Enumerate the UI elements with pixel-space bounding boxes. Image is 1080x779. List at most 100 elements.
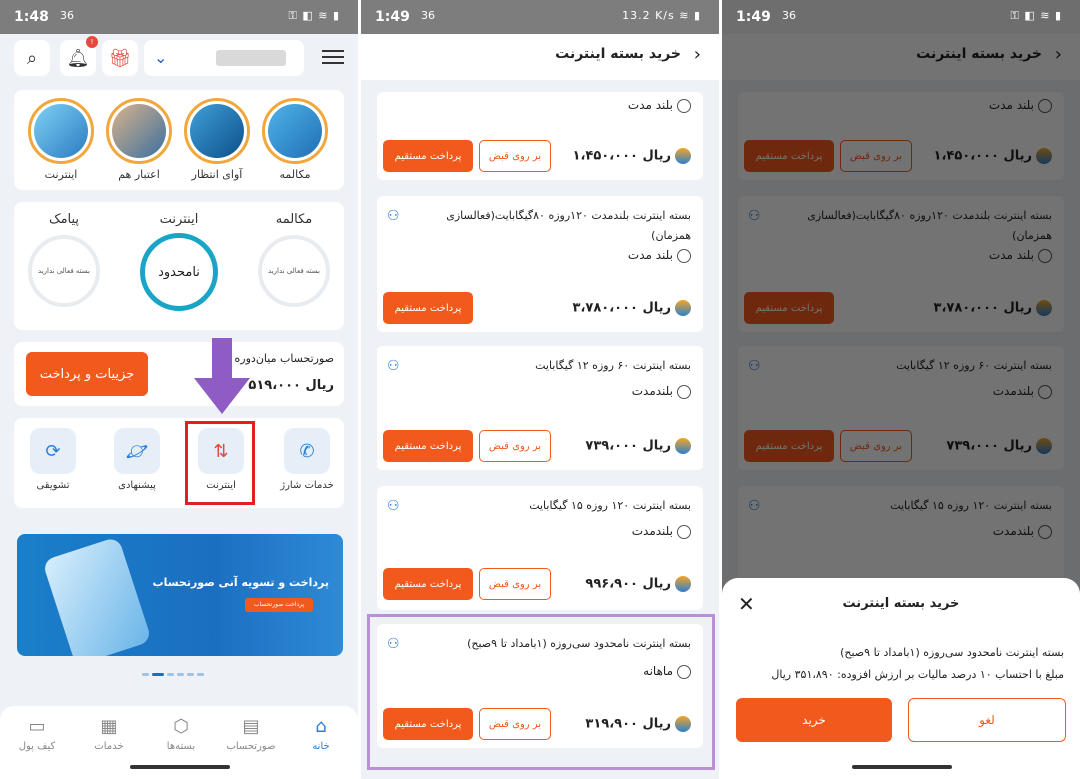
usage-summary: مکالمه بسته فعالی ندارید اینترنت نامحدود… — [14, 202, 344, 330]
nav-label: صورتحساب — [226, 741, 276, 752]
status-time: 1:49 — [736, 9, 771, 25]
nav-wallet[interactable]: ▭ کیف پول — [6, 716, 68, 752]
chevron-down-icon: ⌄ — [154, 48, 168, 67]
home-indicator — [130, 765, 230, 769]
nav-label: بسته‌ها — [166, 741, 196, 752]
pay-on-bill-button[interactable]: بر روی قبض — [479, 140, 551, 172]
nav-packages[interactable]: ⬡ بسته‌ها — [150, 716, 212, 752]
bill-card: صورتحساب میان‌دوره ۵۱۹،۰۰۰ ریال جزییات و… — [14, 342, 344, 406]
usage-call-circle: بسته فعالی ندارید — [258, 235, 330, 307]
package-duration: بلندمدت — [632, 384, 691, 399]
package-name: بسته اینترنت بلندمدت ۱۲۰روزه ۸۰گیگابایت(… — [446, 209, 691, 242]
package-duration: بلند مدت — [628, 248, 691, 263]
service-label: خدمات شارژ — [280, 480, 334, 491]
story-label: مکالمه — [279, 168, 311, 181]
home-icon: ⌂ — [315, 716, 327, 737]
search-button[interactable]: ⌕ — [14, 40, 50, 76]
wallet-icon: ▭ — [28, 716, 46, 737]
direct-pay-button[interactable]: پرداخت مستقیم — [383, 568, 473, 600]
status-bar: 1:49 36 13.2 K/s ≋ ▮ — [361, 0, 719, 34]
coins-icon — [675, 576, 691, 592]
banner-title: پرداخت و تسویه آنی صورتحساب — [152, 576, 329, 589]
nav-home[interactable]: ⌂ خانه — [290, 716, 352, 752]
service-offers[interactable]: 🪐︎ پیشنهادی — [102, 428, 172, 491]
box-icon: ⬡ — [173, 716, 189, 737]
network-label: 36 — [782, 9, 796, 22]
menu-button[interactable] — [322, 46, 344, 68]
direct-pay-button[interactable]: پرداخت مستقیم — [383, 430, 473, 462]
pay-on-bill-button[interactable]: بر روی قبض — [479, 430, 551, 462]
back-arrow-icon[interactable]: › — [694, 44, 701, 65]
down-arrow-annotation — [194, 338, 250, 414]
screenshot-stage: 1:48 36 ⚿ ◧ ≋ ▮ ⌕ 🔔︎ ! 🎁︎ ⌄ مکالمه آوای … — [0, 0, 1080, 779]
service-label: پیشنهادی — [118, 480, 156, 491]
nav-label: خدمات — [94, 741, 124, 752]
buy-button[interactable]: خرید — [736, 698, 892, 742]
planet-icon: 🪐︎ — [114, 428, 160, 474]
service-charge[interactable]: ✆ خدمات شارژ — [272, 428, 342, 491]
internet-highlight-box — [185, 421, 255, 505]
package-logo-icon: ⚇ — [387, 498, 400, 514]
phone-number-redacted — [216, 50, 286, 66]
usage-call[interactable]: مکالمه بسته فعالی ندارید — [244, 212, 344, 307]
speed-label: 13.2 K/s — [622, 9, 675, 22]
page-header: خرید بسته اینترنت › — [361, 34, 719, 80]
purchase-sheet: خرید بسته اینترنت ✕ بسته اینترنت نامحدود… — [722, 578, 1080, 779]
service-rewards[interactable]: ⟳ تشویقی — [18, 428, 88, 491]
package-price: ۷۳۹،۰۰۰ ریال — [585, 438, 691, 454]
bill-details-button[interactable]: جزییات و پرداخت — [26, 352, 148, 396]
story-call[interactable]: مکالمه — [262, 98, 328, 181]
nav-bill[interactable]: ▤ صورتحساب — [220, 716, 282, 752]
usage-sms-circle: بسته فعالی ندارید — [28, 235, 100, 307]
clock-icon — [677, 524, 691, 539]
coins-icon — [675, 148, 691, 164]
service-label: تشویقی — [36, 480, 70, 491]
notification-badge: ! — [86, 36, 98, 48]
bill-amount: ۵۱۹،۰۰۰ ریال — [248, 378, 334, 393]
pay-on-bill-button[interactable]: بر روی قبض — [479, 568, 551, 600]
carousel-dots — [142, 664, 222, 676]
package-price: ۹۹۶،۹۰۰ ریال — [585, 576, 691, 592]
sheet-package-name: بسته اینترنت نامحدود سی‌روزه (۱بامداد تا… — [840, 646, 1064, 659]
usage-internet[interactable]: اینترنت نامحدود — [129, 212, 229, 311]
story-label: آوای انتظار — [191, 168, 243, 181]
services-row: ✆ خدمات شارژ ⇅ اینترنت 🪐︎ پیشنهادی ⟳ تشو… — [14, 418, 344, 508]
promo-banner[interactable]: پرداخت و تسویه آنی صورتحساب پرداخت صورتح… — [17, 534, 343, 656]
usage-sms-title: پیامک — [48, 212, 80, 227]
gift-button[interactable]: 🎁︎ — [102, 40, 138, 76]
cancel-button[interactable]: لغو — [908, 698, 1066, 742]
package-name: بسته اینترنت ۱۲۰ روزه ۱۵ گیگابایت — [529, 499, 691, 512]
nav-services[interactable]: ▦ خدمات — [78, 716, 140, 752]
clock-icon — [677, 384, 691, 399]
close-icon[interactable]: ✕ — [738, 592, 755, 616]
status-bar: 1:48 36 ⚿ ◧ ≋ ▮ — [0, 0, 358, 34]
usage-internet-title: اینترنت — [159, 212, 199, 227]
package-price: ۱،۴۵۰،۰۰۰ ریال — [573, 148, 691, 164]
usage-sms[interactable]: پیامک بسته فعالی ندارید — [14, 212, 114, 307]
story-image — [34, 104, 88, 158]
package-card: بسته اینترنت ۶۰ روزه ۱۲ گیگابایت ⚇ بلندم… — [377, 346, 703, 470]
top-bar: ⌕ 🔔︎ ! 🎁︎ ⌄ — [14, 36, 344, 76]
story-credit[interactable]: اعتبار هم — [106, 98, 172, 181]
refresh-icon: ⟳ — [30, 428, 76, 474]
story-ringback[interactable]: آوای انتظار — [184, 98, 250, 181]
sheet-price-with-tax: مبلغ با احتساب ۱۰ درصد مالیات بر ارزش اف… — [771, 668, 1064, 681]
story-internet[interactable]: اینترنت — [28, 98, 94, 181]
clock-icon — [677, 98, 691, 113]
notifications-button[interactable]: 🔔︎ ! — [60, 36, 98, 76]
direct-pay-button[interactable]: پرداخت مستقیم — [383, 292, 473, 324]
account-selector[interactable]: ⌄ — [144, 40, 304, 76]
banner-button[interactable]: پرداخت صورتحساب — [245, 598, 313, 612]
gift-icon: 🎁︎ — [108, 47, 132, 69]
selected-package-highlight — [367, 614, 715, 770]
direct-pay-button[interactable]: پرداخت مستقیم — [383, 140, 473, 172]
clock-icon — [677, 248, 691, 263]
nav-label: خانه — [312, 741, 330, 752]
package-duration: بلند مدت — [628, 98, 691, 113]
banner-phone-image — [41, 536, 153, 656]
page-title: خرید بسته اینترنت — [555, 46, 681, 62]
package-duration: بلندمدت — [632, 524, 691, 539]
home-screen: 1:48 36 ⚿ ◧ ≋ ▮ ⌕ 🔔︎ ! 🎁︎ ⌄ مکالمه آوای … — [0, 0, 358, 779]
status-icons: ⚿ ◧ ≋ ▮ — [288, 9, 340, 22]
sheet-title: خرید بسته اینترنت — [842, 596, 960, 611]
